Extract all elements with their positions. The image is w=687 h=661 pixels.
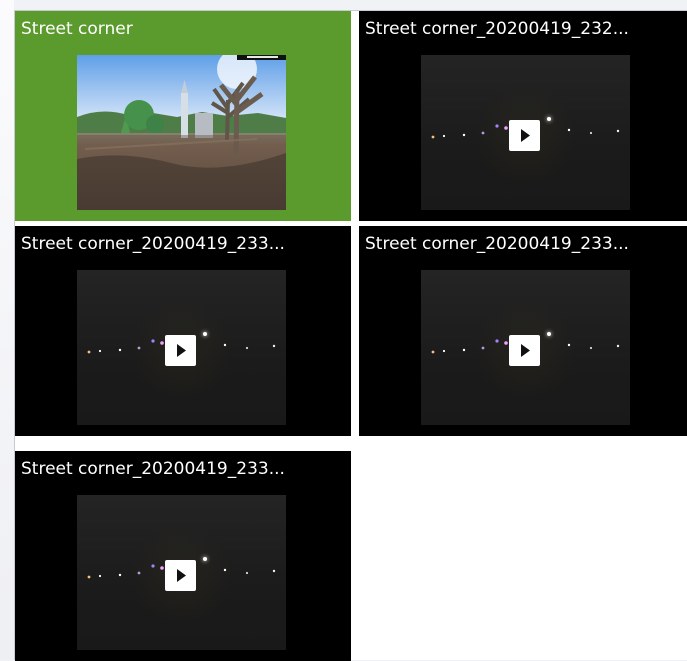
media-tile[interactable]: Street corner_20200419_232... [359, 11, 687, 221]
video-thumbnail[interactable] [421, 270, 630, 425]
video-thumbnail[interactable] [77, 270, 286, 425]
media-tile-title: Street corner_20200419_232... [365, 19, 629, 39]
media-tile[interactable]: Street corner [15, 11, 351, 221]
media-thumbnail-grid: Street corner Street corner_20200419_232… [14, 10, 687, 661]
media-tile-title: Street corner_20200419_233... [365, 234, 629, 254]
media-tile[interactable]: Street corner_20200419_233... [359, 226, 687, 436]
light-point [547, 332, 551, 336]
media-tile[interactable]: Street corner_20200419_233... [15, 451, 351, 661]
play-icon[interactable] [165, 560, 196, 591]
light-point [203, 332, 207, 336]
light-point [203, 557, 207, 561]
media-tile-title: Street corner_20200419_233... [21, 234, 285, 254]
street-photo [77, 55, 286, 210]
media-tile[interactable]: Street corner_20200419_233... [15, 226, 351, 436]
left-panel-edge [0, 0, 14, 660]
play-icon[interactable] [165, 335, 196, 366]
video-thumbnail[interactable] [421, 55, 630, 210]
video-thumbnail[interactable] [77, 495, 286, 650]
play-icon[interactable] [509, 120, 540, 151]
play-icon[interactable] [509, 335, 540, 366]
media-tile-title: Street corner [21, 19, 133, 39]
media-tile-title: Street corner_20200419_233... [21, 459, 285, 479]
light-point [547, 117, 551, 121]
photo-thumbnail[interactable] [77, 55, 286, 210]
